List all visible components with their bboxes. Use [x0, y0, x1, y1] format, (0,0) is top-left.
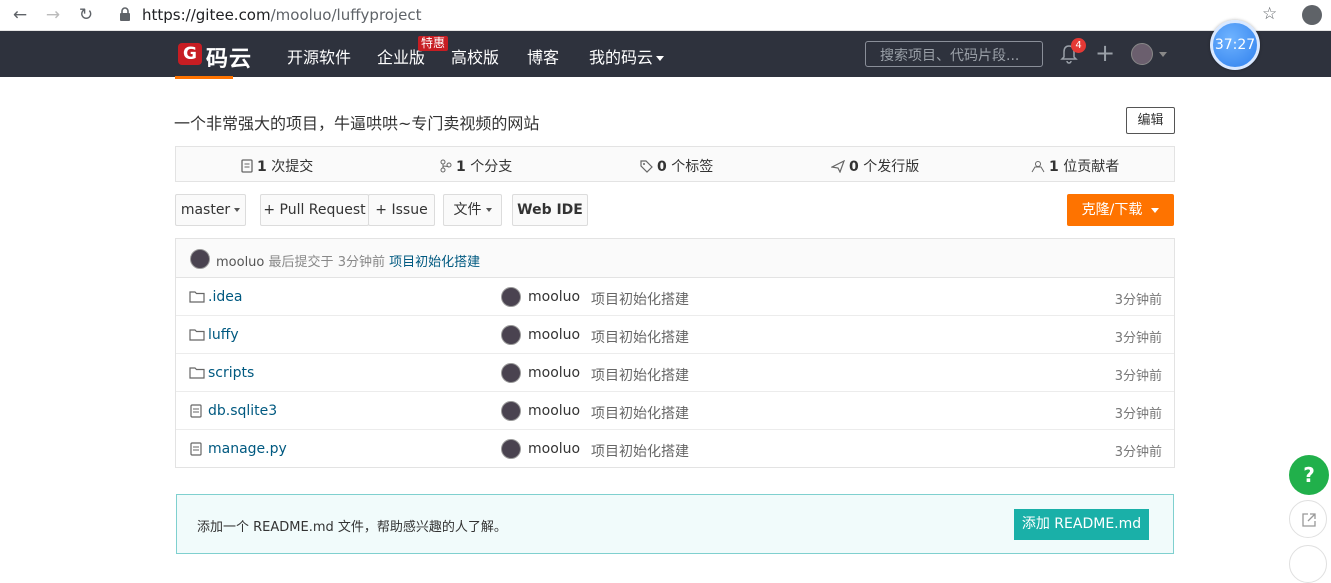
commit-message[interactable]: 项目初始化搭建	[591, 441, 689, 461]
stat-branches[interactable]: 1 个分支	[440, 156, 512, 176]
nav-blog[interactable]: 博客	[527, 44, 559, 68]
avatar	[501, 401, 521, 421]
back-icon[interactable]: ←	[9, 4, 31, 26]
commit-time: 3分钟前	[1114, 445, 1162, 460]
stat-releases[interactable]: 0 个发行版	[830, 156, 919, 176]
issue-button[interactable]: + Issue	[368, 194, 435, 226]
reload-icon[interactable]: ↻	[75, 4, 97, 26]
avatar	[501, 287, 521, 307]
commit-message[interactable]: 项目初始化搭建	[591, 327, 689, 347]
commit-time: 3分钟前	[1114, 407, 1162, 422]
bookmark-star-icon[interactable]: ☆	[1262, 4, 1277, 24]
site-header: G 码云 开源软件 企业版 特惠 高校版 博客 我的码云 搜索项目、代码片段..…	[0, 31, 1331, 79]
promo-badge: 特惠	[418, 36, 449, 51]
commit-time: 3分钟前	[1114, 293, 1162, 308]
stat-contributors[interactable]: 1 位贡献者	[1031, 156, 1119, 176]
commit-author[interactable]: mooluo	[528, 327, 580, 343]
file-name[interactable]: scripts	[208, 365, 254, 381]
edit-button[interactable]: 编辑	[1126, 107, 1175, 134]
chevron-down-icon	[485, 208, 492, 212]
table-row[interactable]: luffy mooluo 项目初始化搭建 3分钟前	[176, 316, 1174, 354]
commit-message-link[interactable]: 项目初始化搭建	[389, 255, 480, 270]
table-row[interactable]: manage.py mooluo 项目初始化搭建 3分钟前	[176, 430, 1174, 468]
nav-open-source[interactable]: 开源软件	[287, 44, 351, 68]
clone-download-button[interactable]: 克隆/下载	[1067, 194, 1174, 226]
chat-button[interactable]	[1289, 545, 1327, 583]
commit-author[interactable]: mooluo	[528, 289, 580, 305]
chevron-down-icon	[1151, 207, 1160, 213]
nav-my-gitee[interactable]: 我的码云	[589, 44, 665, 68]
logo-text: 码云	[206, 47, 253, 72]
file-tree: mooluo 最后提交于 3分钟前 项目初始化搭建 .idea mooluo 项…	[175, 238, 1175, 468]
contributor-icon	[1031, 161, 1045, 173]
tag-icon	[640, 160, 653, 173]
avatar	[501, 363, 521, 383]
stat-tags[interactable]: 0 个标签	[640, 156, 713, 176]
chevron-down-icon	[234, 208, 241, 212]
active-indicator	[175, 76, 233, 79]
chevron-down-icon[interactable]	[1159, 52, 1167, 57]
avatar	[501, 439, 521, 459]
release-icon	[830, 159, 846, 174]
file-icon	[190, 404, 202, 418]
plus-icon[interactable]: +	[1095, 39, 1115, 67]
help-button[interactable]: ?	[1289, 455, 1329, 495]
share-button[interactable]	[1289, 500, 1327, 538]
account-icon[interactable]	[1302, 5, 1322, 25]
commit-time: 3分钟前	[1114, 331, 1162, 346]
avatar[interactable]	[190, 249, 210, 269]
table-row[interactable]: scripts mooluo 项目初始化搭建 3分钟前	[176, 354, 1174, 392]
last-commit-info: mooluo 最后提交于 3分钟前 项目初始化搭建	[216, 255, 481, 270]
last-commit-bar: mooluo 最后提交于 3分钟前 项目初始化搭建	[176, 239, 1174, 278]
file-name[interactable]: luffy	[208, 327, 239, 343]
readme-notice: 添加一个 README.md 文件，帮助感兴趣的人了解。 添加 README.m…	[176, 494, 1174, 554]
commit-message[interactable]: 项目初始化搭建	[591, 289, 689, 309]
nav-education[interactable]: 高校版	[451, 44, 499, 68]
chevron-down-icon	[656, 56, 665, 61]
file-name[interactable]: .idea	[208, 289, 242, 305]
timer-widget[interactable]: 37:27	[1210, 20, 1260, 70]
commit-time: 3分钟前	[1114, 369, 1162, 384]
file-name[interactable]: manage.py	[208, 441, 287, 457]
user-avatar[interactable]	[1131, 43, 1153, 65]
file-name[interactable]: db.sqlite3	[208, 403, 277, 419]
web-ide-button[interactable]: Web IDE	[512, 194, 588, 226]
commit-message[interactable]: 项目初始化搭建	[591, 365, 689, 385]
commit-author[interactable]: mooluo	[528, 403, 580, 419]
folder-icon	[189, 367, 205, 379]
folder-icon	[189, 291, 205, 303]
add-readme-button[interactable]: 添加 README.md	[1014, 509, 1149, 540]
browser-toolbar: ← → ↻ https://gitee.com/mooluo/luffyproj…	[0, 0, 1331, 31]
file-icon	[190, 442, 202, 456]
commit-icon	[241, 159, 253, 173]
external-link-icon	[1302, 513, 1316, 527]
lock-icon	[120, 7, 130, 21]
branch-select[interactable]: master	[175, 194, 246, 226]
table-row[interactable]: db.sqlite3 mooluo 项目初始化搭建 3分钟前	[176, 392, 1174, 430]
folder-icon	[189, 329, 205, 341]
forward-icon[interactable]: →	[42, 4, 64, 26]
table-row[interactable]: .idea mooluo 项目初始化搭建 3分钟前	[176, 278, 1174, 316]
branch-icon	[440, 159, 452, 173]
readme-notice-text: 添加一个 README.md 文件，帮助感兴趣的人了解。	[197, 520, 507, 535]
file-menu-button[interactable]: 文件	[443, 194, 502, 226]
repo-stats-bar: 1 次提交 1 个分支 0 个标签 0 个发行版 1 位贡献者	[175, 146, 1175, 182]
commit-author[interactable]: mooluo	[528, 441, 580, 457]
repo-description: 一个非常强大的项目，牛逼哄哄~专门卖视频的网站	[174, 114, 540, 133]
avatar	[501, 325, 521, 345]
commit-message[interactable]: 项目初始化搭建	[591, 403, 689, 423]
search-input[interactable]: 搜索项目、代码片段...	[865, 41, 1043, 67]
logo-mark: G	[178, 43, 202, 65]
url-text: https://gitee.com/mooluo/luffyproject	[142, 6, 422, 24]
stat-commits[interactable]: 1 次提交	[241, 156, 313, 176]
notification-badge: 4	[1071, 38, 1086, 53]
commit-author[interactable]: mooluo	[528, 365, 580, 381]
pull-request-button[interactable]: + Pull Request	[260, 194, 369, 226]
address-bar[interactable]: https://gitee.com/mooluo/luffyproject	[110, 3, 1290, 27]
